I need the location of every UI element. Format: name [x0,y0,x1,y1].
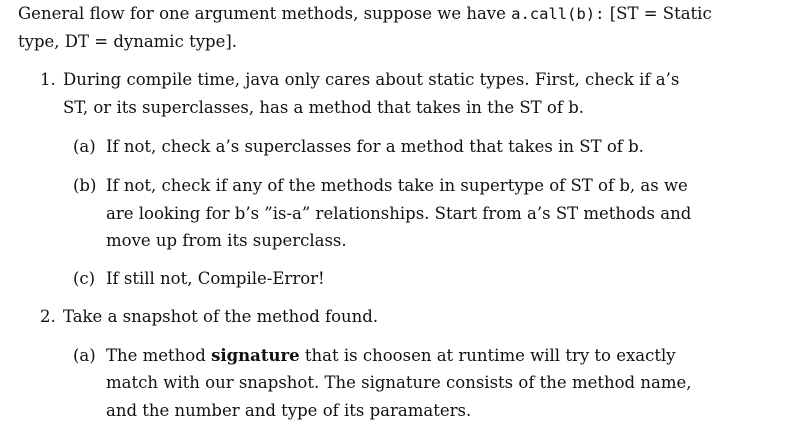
item-2-line-1: Take a snapshot of the method found. [63,307,379,326]
item-2a-line-3: and the number and type of its paramater… [106,401,472,420]
list-marker-2: 2. [40,307,56,326]
sublist-marker-1b: (b) [73,176,97,195]
item-1-line-2: ST, or its superclasses, has a method th… [63,98,585,117]
item-1c-line-1: If still not, Compile-Error! [106,269,325,288]
intro-text: General flow for one argument methods, s… [18,4,512,23]
sublist-marker-1a: (a) [73,137,96,156]
sublist-marker-1c: (c) [73,269,96,288]
list-marker-1: 1. [40,70,56,89]
intro-line-2: type, DT = dynamic type]. [18,32,238,51]
intro-text-suffix: [ST = Static [604,4,712,23]
item-1b-line-2: are looking for b’s ”is-a” relationships… [106,204,692,223]
intro-line-1: General flow for one argument methods, s… [18,4,712,24]
item-1b-line-3: move up from its superclass. [106,231,347,250]
item-2a-text-suffix: that is choosen at runtime will try to e… [299,346,676,365]
item-1b-line-1: If not, check if any of the methods take… [106,176,688,195]
item-1a-line-1: If not, check a’s superclasses for a met… [106,137,644,156]
item-1-line-1: During compile time, java only cares abo… [63,70,680,89]
item-2a-bold-term: signature [211,346,300,365]
item-2a-line-1: The method signature that is choosen at … [106,346,676,366]
item-2a-text: The method [106,346,212,365]
intro-code: a.call(b): [511,5,605,23]
sublist-marker-2a: (a) [73,346,96,365]
item-2a-line-2: match with our snapshot. The signature c… [106,373,692,392]
